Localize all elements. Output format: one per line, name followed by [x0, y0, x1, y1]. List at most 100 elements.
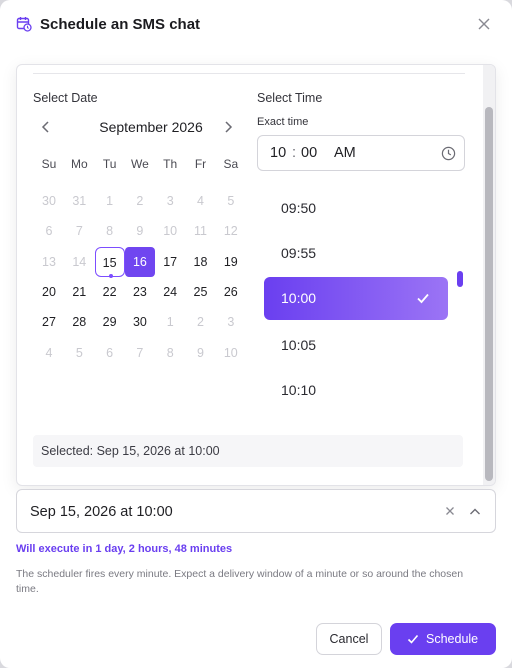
- calendar-day-selected[interactable]: 16: [124, 246, 155, 277]
- calendar-day-number: 13: [42, 254, 56, 269]
- weekday-header: Mo: [70, 157, 88, 171]
- calendar-day-number: 12: [223, 224, 238, 239]
- calendar-day[interactable]: 14: [64, 247, 94, 277]
- calendar-day-number: 21: [72, 284, 87, 299]
- calendar-day[interactable]: 7: [125, 338, 155, 368]
- schedule-dialog: Schedule an SMS chat Select Date Septemb…: [0, 0, 512, 668]
- calendar-day[interactable]: 9: [186, 338, 216, 368]
- check-icon: [407, 634, 419, 644]
- calendar-day[interactable]: 23: [125, 277, 155, 307]
- calendar-day[interactable]: 19: [216, 247, 246, 277]
- calendar-day[interactable]: 2: [125, 186, 155, 216]
- calendar-day[interactable]: 18: [186, 247, 216, 277]
- calendar-day[interactable]: 29: [95, 307, 125, 337]
- schedule-button[interactable]: Schedule: [390, 623, 496, 655]
- datetime-field-value: Sep 15, 2026 at 10:00: [30, 504, 173, 520]
- calendar-day[interactable]: 10: [216, 338, 246, 368]
- calendar-day-number: 5: [75, 345, 83, 360]
- calendar-day[interactable]: 20: [34, 277, 64, 307]
- calendar-day[interactable]: 11: [186, 216, 216, 246]
- calendar-day[interactable]: 12: [216, 216, 246, 246]
- close-icon[interactable]: [476, 16, 492, 32]
- calendar-day[interactable]: 4: [186, 186, 216, 216]
- chevron-up-icon[interactable]: [467, 504, 483, 520]
- calendar-day[interactable]: 6: [95, 338, 125, 368]
- calendar-day[interactable]: 8: [95, 216, 125, 246]
- calendar-day[interactable]: 17: [155, 247, 185, 277]
- calendar-day[interactable]: 6: [34, 216, 64, 246]
- weekday-header: We: [130, 157, 149, 171]
- minute-segment[interactable]: 00: [301, 145, 317, 161]
- calendar-day-number: 7: [75, 224, 83, 239]
- calendar-day[interactable]: 21: [64, 277, 94, 307]
- calendar-day[interactable]: 30: [34, 186, 64, 216]
- calendar-day[interactable]: 1: [155, 307, 185, 337]
- calendar-day-number: 11: [194, 224, 207, 239]
- time-slot-label: 10:00: [281, 290, 317, 306]
- calendar-day[interactable]: 5: [64, 338, 94, 368]
- calendar-month: September 2026: [99, 119, 203, 135]
- dialog-title: Schedule an SMS chat: [40, 16, 201, 33]
- calendar-day-number: 10: [163, 224, 178, 239]
- calendar-day-number: 2: [197, 315, 204, 330]
- calendar-day[interactable]: 2: [186, 307, 216, 337]
- calendar-day-number: 7: [136, 345, 144, 360]
- divider: [33, 73, 465, 74]
- calendar-day[interactable]: 28: [64, 307, 94, 337]
- select-time-label: Select Time: [257, 91, 323, 105]
- time-separator: :: [292, 145, 297, 161]
- calendar-day[interactable]: 30: [125, 307, 155, 337]
- cancel-button[interactable]: Cancel: [316, 623, 382, 655]
- time-slot[interactable]: 10:05: [281, 337, 316, 353]
- calendar-day[interactable]: 4: [34, 338, 64, 368]
- weekday-header: Tu: [102, 157, 117, 171]
- calendar-day[interactable]: 13: [34, 247, 64, 277]
- chevron-right-icon[interactable]: [218, 117, 238, 137]
- calendar-day-number: 1: [106, 194, 114, 208]
- time-slot[interactable]: 10:10: [281, 382, 316, 398]
- calendar-day-number: 5: [227, 194, 235, 208]
- calendar-day-number: 4: [45, 345, 53, 360]
- selected-summary: Selected: Sep 15, 2026 at 10:00: [33, 435, 463, 467]
- calendar-day[interactable]: 7: [64, 216, 94, 246]
- calendar-day-number: 18: [193, 254, 208, 269]
- calendar-day[interactable]: 25: [186, 277, 216, 307]
- calendar-day[interactable]: 31: [64, 186, 94, 216]
- calendar-day[interactable]: 10: [155, 216, 185, 246]
- calendar-day[interactable]: 27: [34, 307, 64, 337]
- calendar-day-number: 27: [42, 315, 56, 330]
- clear-icon[interactable]: [444, 505, 456, 517]
- calendar-day-number: 25: [193, 284, 208, 299]
- execute-countdown: Will execute in 1 day, 2 hours, 48 minut…: [16, 543, 233, 555]
- exact-time-label: Exact time: [257, 116, 309, 128]
- calendar-day-number: 22: [102, 284, 117, 299]
- calendar-day-today[interactable]: 15: [94, 246, 125, 278]
- calendar-day-number: 6: [106, 345, 114, 360]
- calendar-day-number: 8: [166, 345, 174, 360]
- time-slot[interactable]: 09:50: [281, 200, 316, 216]
- calendar-day-number: 23: [132, 284, 147, 299]
- calendar-day[interactable]: 8: [155, 338, 185, 368]
- datetime-picker-popover: Select Date September 2026 Su Mo Tu We Th Fr S…: [16, 64, 496, 486]
- calendar-day[interactable]: 3: [216, 307, 246, 337]
- time-slot[interactable]: 09:55: [281, 245, 316, 261]
- datetime-field[interactable]: Sep 15, 2026 at 10:00: [16, 489, 496, 533]
- calendar-day[interactable]: 1: [95, 186, 125, 216]
- time-scroll-indicator: [457, 271, 463, 287]
- scrollbar-thumb[interactable]: [485, 107, 493, 481]
- weekday-header: Fr: [194, 157, 207, 171]
- calendar-day[interactable]: 22: [95, 277, 125, 307]
- calendar-day[interactable]: 5: [216, 186, 246, 216]
- calendar-day[interactable]: 24: [155, 277, 185, 307]
- chevron-left-icon[interactable]: [36, 117, 56, 137]
- exact-time-input[interactable]: 10 : 00 AM: [257, 135, 465, 171]
- meridiem-segment[interactable]: AM: [334, 145, 356, 161]
- time-slot-selected[interactable]: 10:00: [264, 277, 448, 320]
- calendar-day[interactable]: 3: [155, 186, 185, 216]
- calendar-day-number: 17: [163, 254, 178, 269]
- hour-segment[interactable]: 10: [270, 145, 286, 161]
- calendar-day[interactable]: 26: [216, 277, 246, 307]
- calendar-day[interactable]: 9: [125, 216, 155, 246]
- calendar-day-number: 9: [197, 345, 204, 360]
- calendar-clock-icon: [16, 17, 32, 32]
